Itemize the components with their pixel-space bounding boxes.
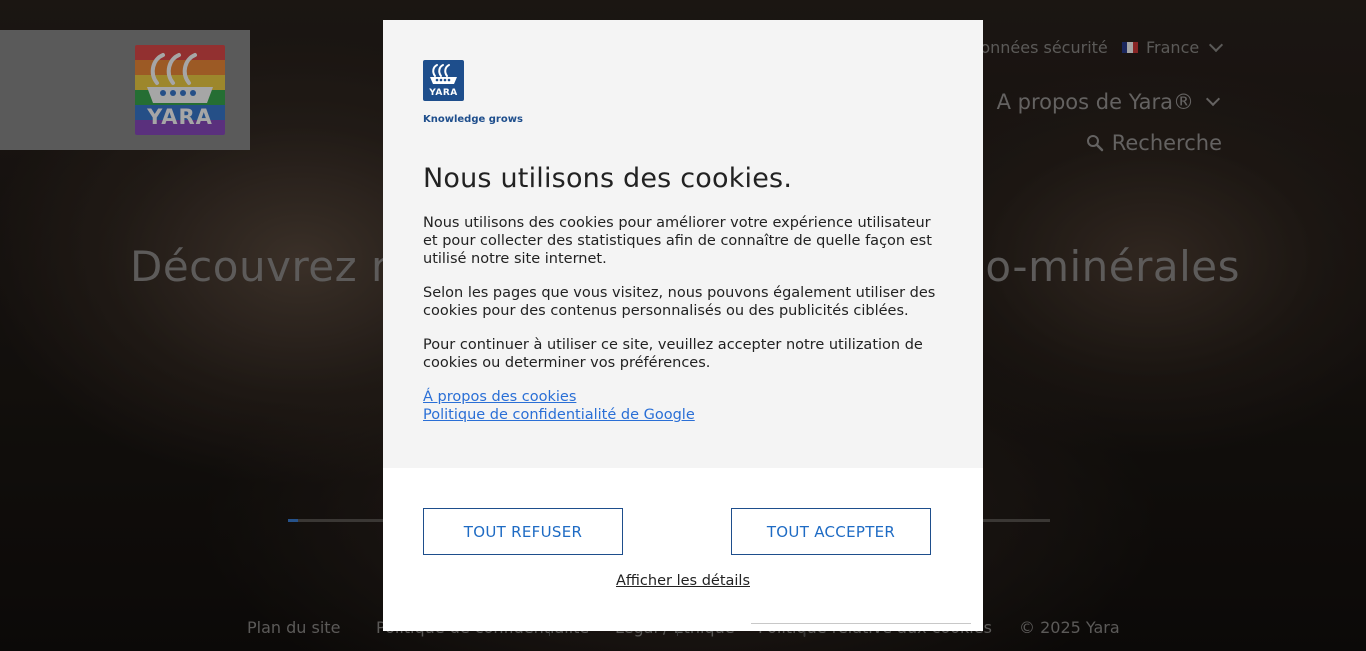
- dialog-divider: [751, 623, 971, 624]
- google-privacy-link[interactable]: Politique de confidentialité de Google: [423, 406, 943, 424]
- show-details-link[interactable]: Afficher les détails: [383, 573, 983, 589]
- accept-all-button[interactable]: TOUT ACCEPTER: [731, 508, 931, 555]
- cookie-paragraph: Pour continuer à utiliser ce site, veuil…: [423, 337, 923, 371]
- cookie-consent-dialog: YARA Knowledge grows Nous utilisons des …: [383, 20, 983, 631]
- yara-brand-mark: YARA: [423, 60, 464, 101]
- viking-ship-icon: [430, 64, 457, 84]
- cookie-paragraph: Nous utilisons des cookies pour améliore…: [423, 215, 932, 267]
- about-cookies-link[interactable]: Á propos des cookies: [423, 388, 943, 406]
- cookie-links: Á propos des cookies Politique de confid…: [423, 388, 943, 424]
- refuse-all-button[interactable]: TOUT REFUSER: [423, 508, 623, 555]
- brand-tagline: Knowledge grows: [423, 114, 523, 125]
- cookie-paragraph: Selon les pages que vous visitez, nous p…: [423, 285, 936, 319]
- brand-mark-word: YARA: [429, 88, 458, 98]
- cookie-dialog-content: YARA Knowledge grows Nous utilisons des …: [383, 20, 983, 468]
- cookie-dialog-title: Nous utilisons des cookies.: [423, 163, 793, 194]
- yara-brand: YARA Knowledge grows: [423, 60, 523, 125]
